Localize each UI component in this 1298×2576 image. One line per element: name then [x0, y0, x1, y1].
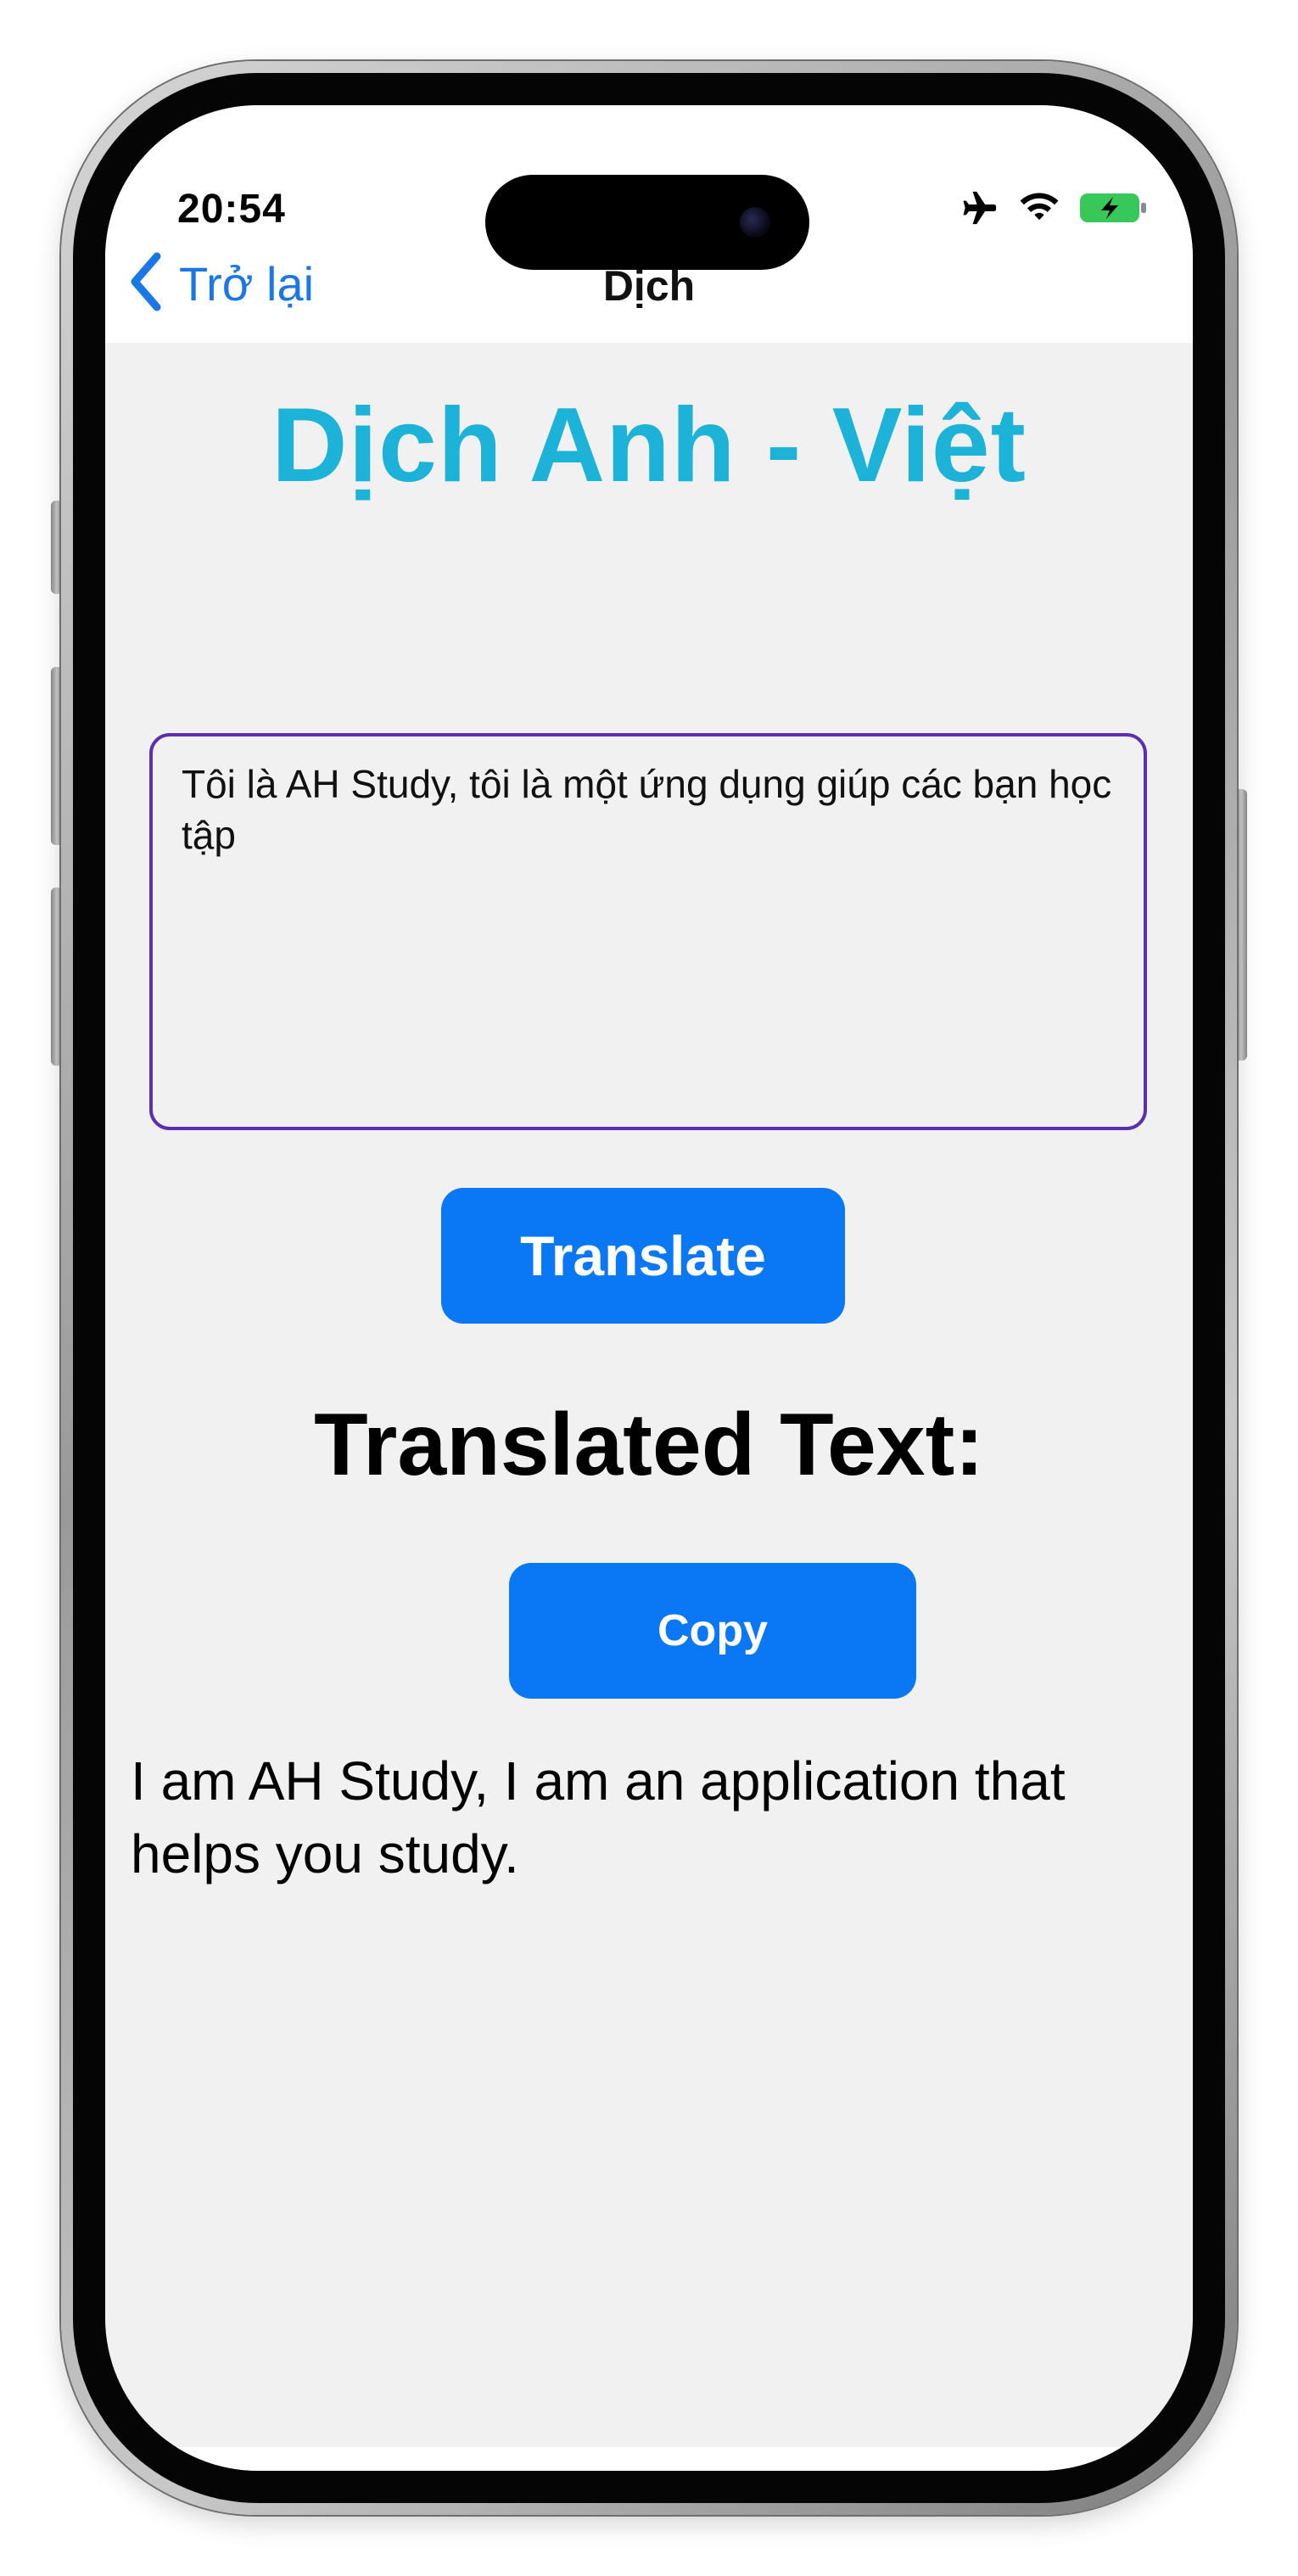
battery-charging-icon — [1079, 191, 1149, 229]
page-title: Dịch — [602, 262, 696, 310]
airplane-icon — [960, 190, 999, 230]
copy-button[interactable]: Copy — [509, 1563, 916, 1699]
device-mockup: 20:54 Trở lại Dịch Dịch Anh - Việt Tôi l… — [0, 0, 1298, 2576]
main-content: Dịch Anh - Việt Tôi là AH Study, tôi là … — [105, 343, 1193, 2471]
screen: 20:54 Trở lại Dịch Dịch Anh - Việt Tôi l… — [105, 105, 1193, 2471]
translation-result: I am AH Study, I am an application that … — [131, 1750, 1066, 1884]
app-heading: Dịch Anh - Việt — [271, 387, 1027, 504]
top-bar: 20:54 Trở lại Dịch — [105, 105, 1193, 343]
source-text-input[interactable]: Tôi là AH Study, tôi là một ứng dụng giú… — [149, 733, 1147, 1130]
bottom-band — [105, 2447, 1193, 2471]
phone-frame: 20:54 Trở lại Dịch Dịch Anh - Việt Tôi l… — [61, 61, 1237, 2515]
power-button — [1235, 789, 1247, 1061]
status-icons — [960, 190, 1149, 230]
camera-icon — [740, 207, 770, 238]
translated-text-heading: Translated Text: — [314, 1396, 984, 1494]
translate-button[interactable]: Translate — [441, 1188, 845, 1324]
wifi-icon — [1018, 192, 1060, 228]
dynamic-island — [485, 175, 809, 270]
status-time: 20:54 — [177, 187, 286, 232]
